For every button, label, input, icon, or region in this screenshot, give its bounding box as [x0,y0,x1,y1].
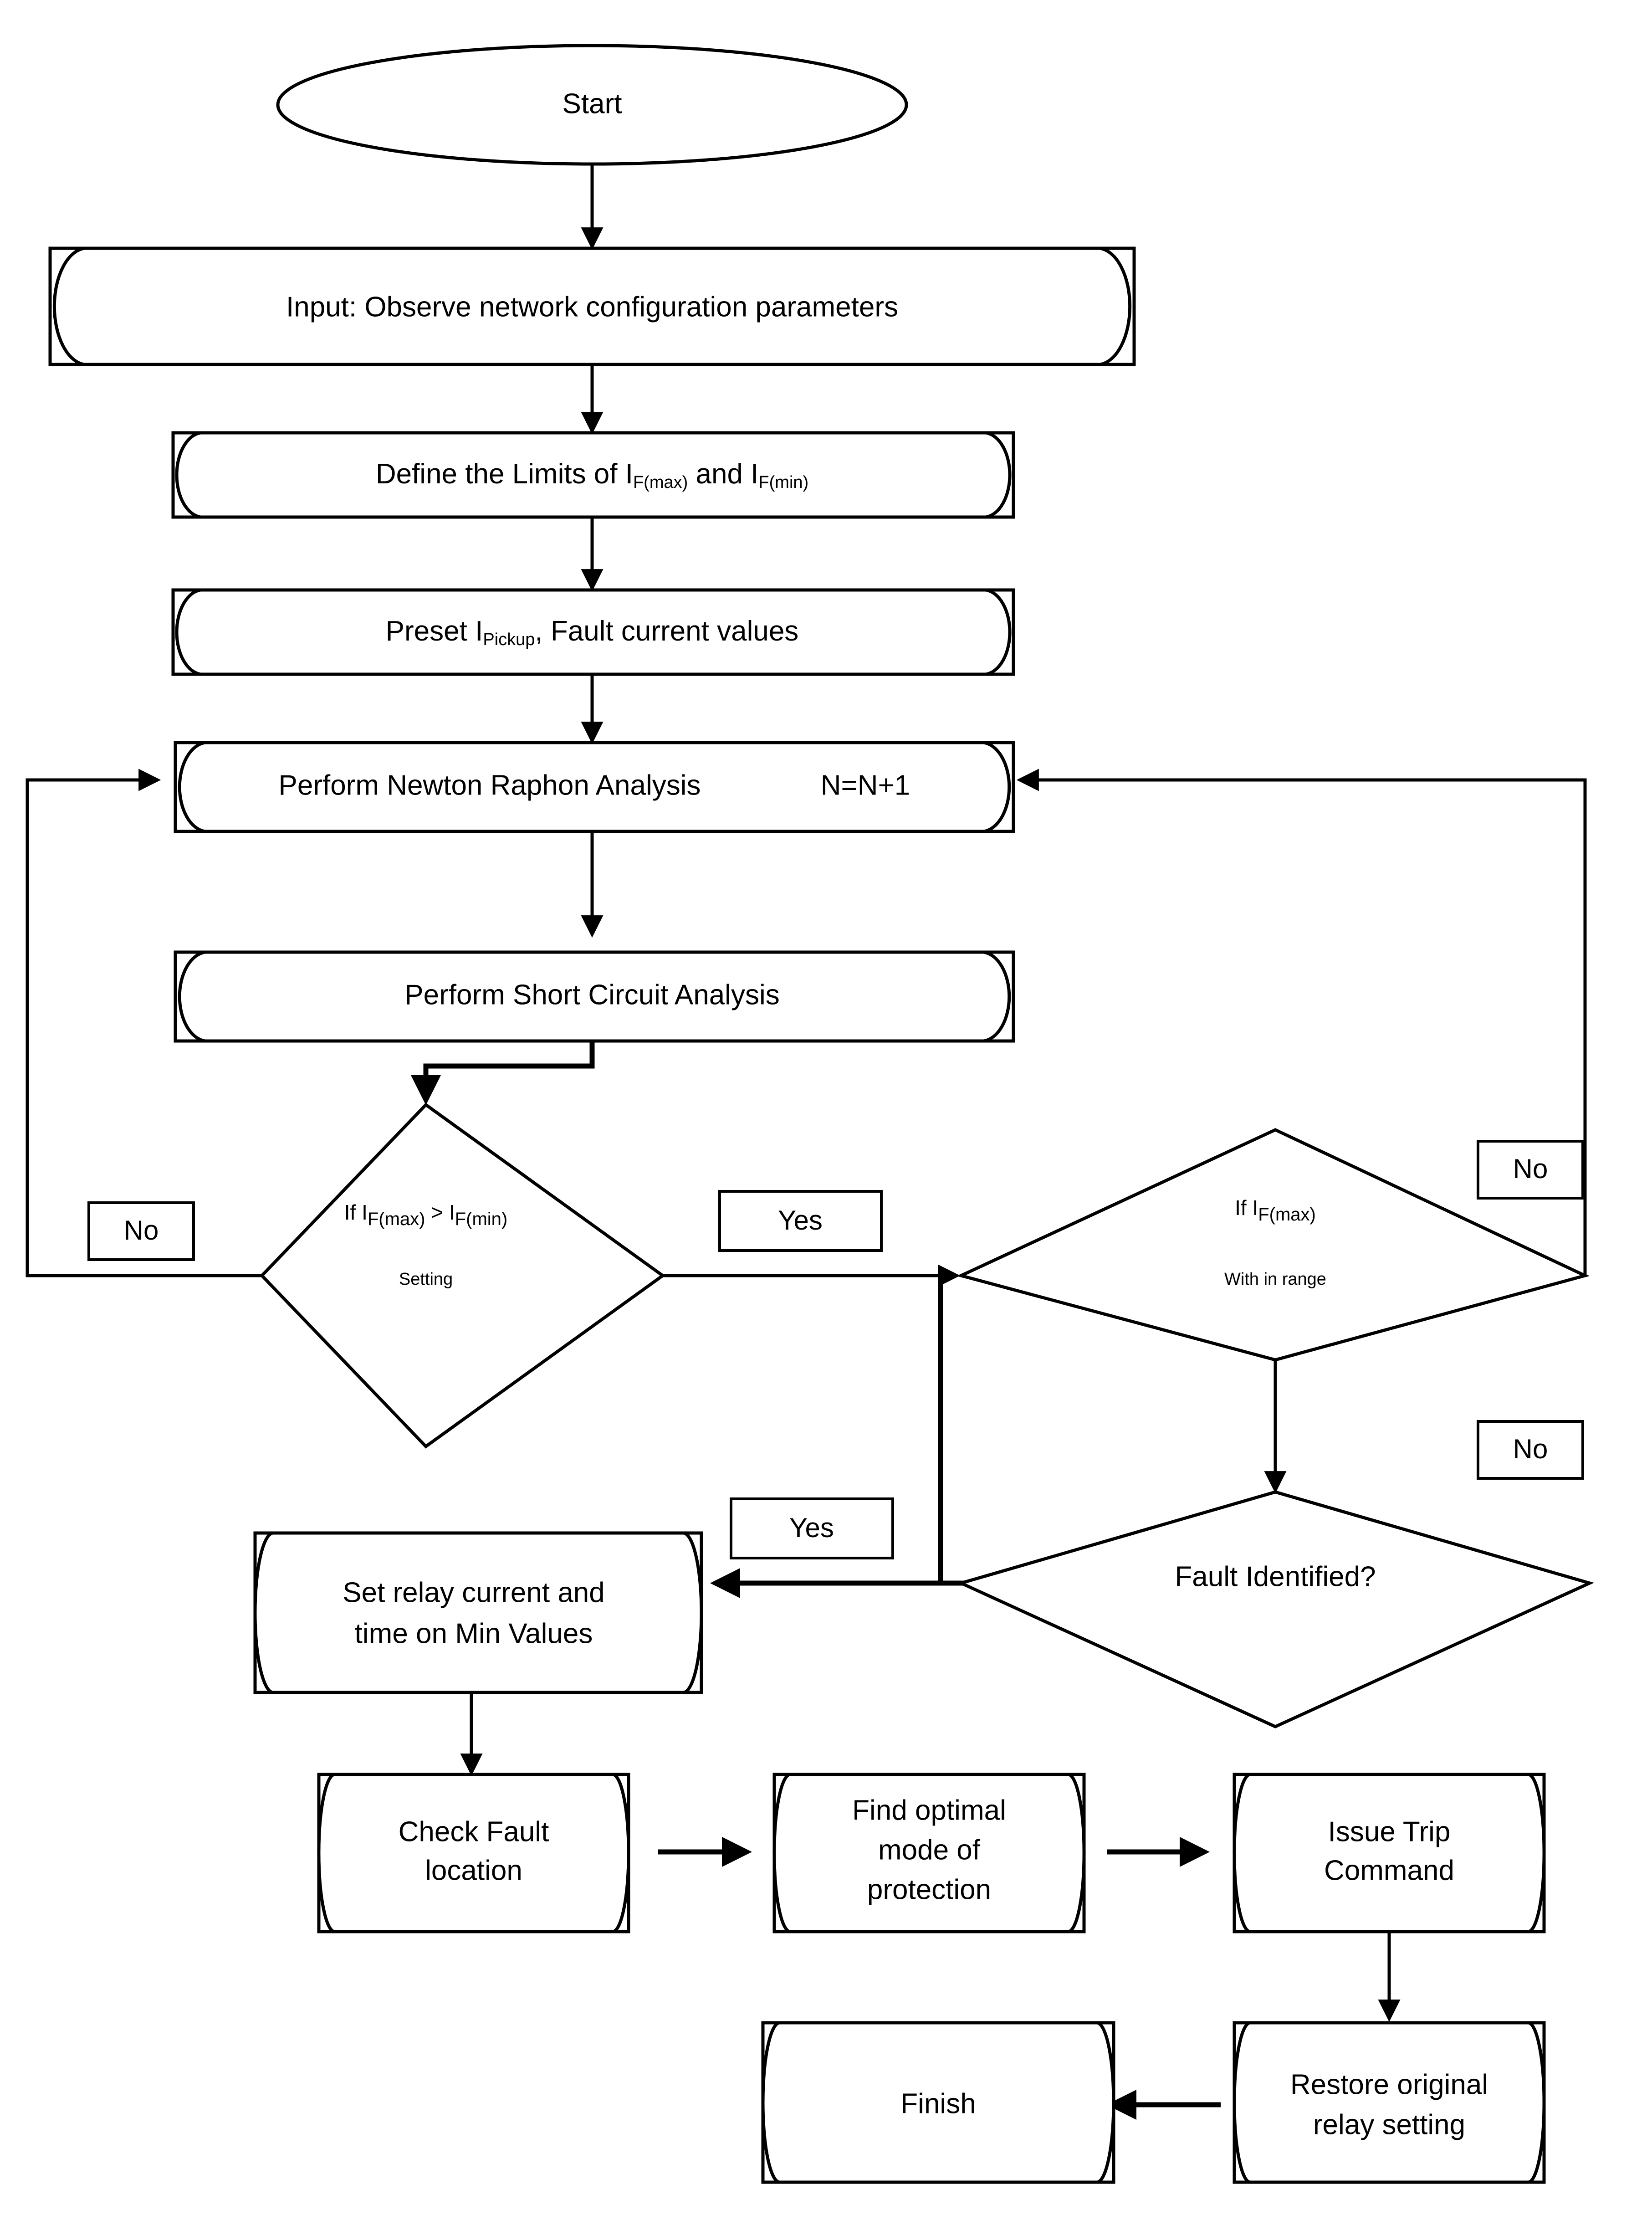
node-find-optimal-line1: Find optimal [852,1795,1006,1826]
dl-sub2: F(min) [455,1209,508,1229]
node-input-params-label: Input: Observe network configuration par… [286,291,898,323]
dl-sub1: F(max) [368,1209,425,1229]
dr-sym1: I [1252,1196,1258,1220]
node-check-fault[interactable]: Check Fault location [317,1773,630,1933]
dl-sym2: I [449,1200,455,1224]
node-decision-limits-line2: Setting [399,1270,453,1289]
node-newton-raphson[interactable]: Perform Newton Raphon Analysis N=N+1 [174,741,1015,833]
node-decision-range-line2: With in range [1224,1270,1326,1289]
node-define-limits[interactable]: Define the Limits of IF(max) and IF(min) [171,431,1015,519]
node-set-relay-line2: time on Min Values [355,1618,593,1649]
node-check-fault-line2: location [425,1855,522,1886]
edge-shortcircuit-to-decision-limits [411,1041,595,1105]
node-start-label: Start [563,88,622,119]
node-finish[interactable]: Finish [761,2021,1115,2184]
edge-label-yes-limits-text: Yes [778,1205,823,1236]
dr-sub1: F(max) [1258,1205,1316,1225]
define-mid: and [688,458,751,490]
preset-sym1: I [475,615,483,647]
node-issue-trip-line2: Command [1324,1855,1454,1886]
flowchart-svg: Start Input: Observe network configurati… [26,44,1595,2184]
edge-label-no-range-text: No [1513,1154,1548,1184]
flowchart-canvas: Start Input: Observe network configurati… [0,0,1652,2215]
dl-sym1: I [362,1200,368,1224]
dr-prefix: If [1235,1196,1252,1220]
node-restore-line2: relay setting [1313,2109,1465,2140]
node-find-optimal-line2: mode of [878,1834,981,1866]
node-newton-raphson-counter: N=N+1 [821,769,910,801]
node-restore[interactable]: Restore original relay setting [1233,2021,1546,2184]
preset-suffix: , Fault current values [535,615,798,647]
node-preset[interactable]: Preset IPickup, Fault current values [171,588,1015,676]
preset-prefix: Preset [386,615,475,647]
node-find-optimal-line3: protection [867,1874,991,1905]
edge-label-no-fault: No [1477,1420,1584,1480]
dl-prefix: If [344,1200,362,1224]
node-decision-fault-label: Fault Identified? [1175,1561,1376,1592]
node-find-optimal[interactable]: Find optimal mode of protection [772,1773,1086,1933]
edge-label-no-limits: No [87,1201,195,1261]
edge-label-no-limits-text: No [124,1215,159,1246]
node-set-relay[interactable]: Set relay current and time on Min Values [253,1531,703,1694]
define-sym2: I [751,458,758,490]
node-restore-line1: Restore original [1290,2069,1488,2100]
node-newton-raphson-label: Perform Newton Raphon Analysis [278,769,701,801]
node-finish-label: Finish [900,2088,976,2119]
node-set-relay-line1: Set relay current and [343,1577,605,1608]
node-decision-limits[interactable]: If IF(max) > IF(min) Setting [260,1102,665,1449]
node-check-fault-line1: Check Fault [399,1816,549,1847]
edge-label-yes-limits: Yes [718,1190,883,1252]
node-preset-label: Preset IPickup, Fault current values [386,615,799,649]
define-sym1: I [625,458,633,490]
node-define-limits-label: Define the Limits of IF(max) and IF(min) [376,458,808,492]
node-short-circuit[interactable]: Perform Short Circuit Analysis [174,950,1015,1043]
edge-label-no-fault-text: No [1513,1434,1548,1464]
node-short-circuit-label: Perform Short Circuit Analysis [404,979,779,1010]
preset-sub1: Pickup [483,630,535,649]
node-start[interactable]: Start [276,44,908,166]
define-sub1: F(max) [633,473,688,492]
node-issue-trip[interactable]: Issue Trip Command [1233,1773,1546,1933]
edge-label-yes-fault: Yes [730,1497,894,1559]
node-issue-trip-line1: Issue Trip [1328,1816,1451,1847]
edge-label-yes-fault-text: Yes [789,1513,834,1543]
edge-label-no-range: No [1477,1140,1584,1200]
define-prefix: Define the Limits of [376,458,625,490]
node-input-params[interactable]: Input: Observe network configuration par… [48,246,1136,366]
define-sub2: F(min) [758,473,808,492]
node-decision-fault[interactable]: Fault Identified? [956,1490,1595,1728]
dl-op: > [425,1200,449,1224]
